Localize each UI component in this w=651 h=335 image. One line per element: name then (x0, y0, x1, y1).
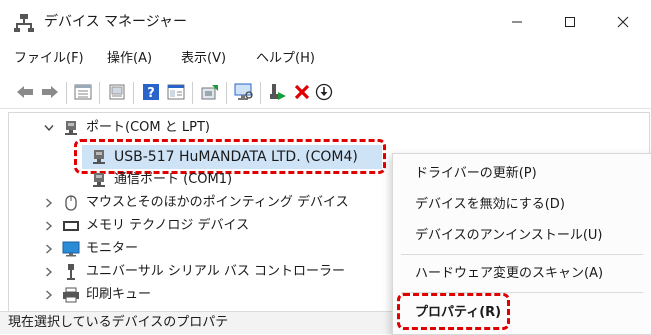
menu-file[interactable]: ファイル(F) (14, 50, 84, 68)
tree-item-comm-port[interactable]: 通信ポート (COM1) (114, 168, 232, 192)
memory-icon (62, 214, 80, 238)
menu-separator (401, 254, 643, 255)
minimize-icon (512, 21, 522, 23)
scan-hardware-icon (234, 83, 253, 100)
tree-item-mouse[interactable]: マウスとそのほかのポインティング デバイス (86, 191, 349, 215)
minimize-button[interactable] (493, 0, 541, 44)
port-icon (90, 168, 108, 192)
port-icon (62, 116, 80, 140)
close-icon (617, 16, 629, 28)
menu-action[interactable]: 操作(A) (107, 50, 152, 68)
close-button[interactable] (599, 0, 647, 44)
menu-item-update-driver[interactable]: ドライバーの更新(P) (415, 165, 537, 183)
menu-view[interactable]: 表示(V) (181, 50, 226, 68)
toolbar-separator (99, 82, 100, 104)
toolbar-separator (133, 82, 134, 104)
status-text: 現在選択しているデバイスのプロパテ (8, 315, 229, 330)
forward-button[interactable] (39, 81, 61, 103)
maximize-icon (565, 17, 575, 27)
chevron-right-icon[interactable] (44, 237, 54, 261)
view-button[interactable] (72, 81, 94, 103)
monitor-icon (62, 237, 80, 261)
details-icon (167, 84, 185, 100)
toolbar-separator (226, 82, 227, 104)
window-title: デバイス マネージャー (44, 14, 188, 30)
enable-device-button[interactable] (267, 81, 289, 103)
enable-device-icon (270, 84, 286, 100)
update-driver-button[interactable] (199, 81, 221, 103)
menu-help[interactable]: ヘルプ(H) (256, 50, 315, 68)
tree-item-memory[interactable]: メモリ テクノロジ デバイス (86, 214, 249, 238)
forward-icon (42, 86, 58, 98)
toolbar-separator (260, 82, 261, 104)
chevron-right-icon[interactable] (44, 260, 54, 284)
menu-item-disable-device[interactable]: デバイスを無効にする(D) (415, 196, 565, 214)
menu-item-scan-hardware[interactable]: ハードウェア変更のスキャン(A) (415, 265, 603, 283)
printer-icon (62, 283, 80, 307)
toolbar-separator (192, 82, 193, 104)
mouse-icon (62, 191, 80, 215)
tree-item-ports[interactable]: ポート(COM と LPT) (86, 116, 210, 140)
properties-view-icon (74, 84, 92, 100)
uninstall-button[interactable] (291, 81, 313, 103)
device-list-button[interactable] (106, 81, 128, 103)
download-icon (315, 83, 333, 101)
device-list-icon (109, 84, 125, 100)
scan-hardware-button[interactable] (233, 81, 255, 103)
usb-icon (62, 260, 80, 284)
menu-item-uninstall-device[interactable]: デバイスのアンインストール(U) (415, 227, 603, 245)
tree-item-monitor[interactable]: モニター (86, 237, 138, 261)
svg-text:?: ? (147, 86, 155, 100)
chevron-right-icon[interactable] (44, 191, 54, 215)
menu-bar (0, 44, 651, 72)
tree-item-usb-controllers[interactable]: ユニバーサル シリアル バス コントローラー (86, 260, 345, 284)
help-button[interactable]: ? (140, 81, 162, 103)
update-driver-icon (201, 85, 218, 100)
details-button[interactable] (165, 81, 187, 103)
back-button[interactable] (14, 81, 36, 103)
properties-highlight (397, 293, 510, 330)
chevron-right-icon[interactable] (44, 214, 54, 238)
maximize-button[interactable] (546, 0, 594, 44)
tree-item-print-queue[interactable]: 印刷キュー (86, 283, 151, 307)
toolbar-separator (66, 82, 67, 104)
chevron-right-icon[interactable] (44, 283, 54, 307)
uninstall-icon (294, 84, 310, 100)
back-icon (17, 86, 33, 98)
device-manager-icon (14, 13, 34, 33)
help-icon: ? (143, 84, 159, 100)
download-button[interactable] (313, 81, 335, 103)
chevron-down-icon[interactable] (44, 116, 54, 140)
